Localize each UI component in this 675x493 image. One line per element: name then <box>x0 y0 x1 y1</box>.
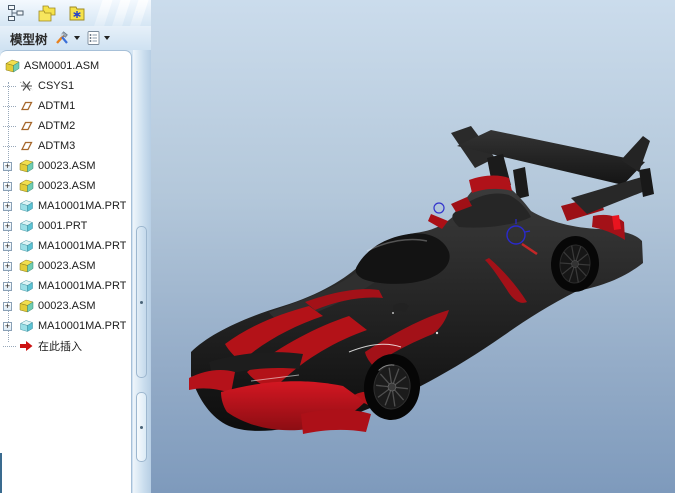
tree-item[interactable]: + 0001.PRT <box>0 216 131 236</box>
tree-item-label: 00023.ASM <box>38 260 95 272</box>
window-edge <box>0 453 2 493</box>
chevron-down-icon <box>74 36 80 40</box>
part-icon <box>18 199 34 213</box>
folder-browser-button[interactable] <box>36 3 58 23</box>
tools-icon <box>54 30 71 46</box>
datum-plane-icon <box>18 119 34 133</box>
tree-connector <box>3 145 16 147</box>
tree-item[interactable]: ASM0001.ASM <box>0 56 131 76</box>
navigator-toolbar <box>0 0 151 26</box>
tree-connector <box>3 125 16 127</box>
tree-item-label: ASM0001.ASM <box>24 60 99 72</box>
tree-item[interactable]: + 00023.ASM <box>0 176 131 196</box>
expand-toggle[interactable]: + <box>3 162 12 171</box>
tree-item-label: 00023.ASM <box>38 180 95 192</box>
csys-icon <box>18 79 34 93</box>
tree-item-label: CSYS1 <box>38 80 74 92</box>
tree-tools-button[interactable] <box>54 30 80 46</box>
assembly-icon <box>18 259 34 273</box>
navigator-pane: 模型树 ASM0001.ASM CSYS1 <box>0 0 151 493</box>
tree-item-label: 在此插入 <box>38 338 82 354</box>
expand-toggle[interactable]: + <box>3 282 12 291</box>
panel-title: 模型树 <box>10 29 48 48</box>
model-tree-toggle-button[interactable] <box>4 3 26 23</box>
tree-item[interactable]: 在此插入 <box>0 336 131 356</box>
assembly-icon <box>18 159 34 173</box>
tree-item[interactable]: + 00023.ASM <box>0 296 131 316</box>
tree-item-label: ADTM3 <box>38 140 75 152</box>
expand-toggle[interactable]: + <box>3 182 12 191</box>
folders-icon <box>36 4 58 23</box>
tree-connector <box>3 345 16 347</box>
expand-toggle[interactable]: + <box>3 322 12 331</box>
tree-item[interactable]: ADTM2 <box>0 116 131 136</box>
tree-item-label: MA10001MA.PRT <box>38 280 126 292</box>
tree-item-label: MA10001MA.PRT <box>38 240 126 252</box>
car-model <box>189 126 654 434</box>
tree-item[interactable]: + MA10001MA.PRT <box>0 196 131 216</box>
tree-settings-button[interactable] <box>86 30 110 46</box>
datum-plane-icon <box>18 99 34 113</box>
sash-grip-upper[interactable] <box>136 226 147 378</box>
hierarchy-icon <box>6 4 24 22</box>
tree-item-label: ADTM1 <box>38 100 75 112</box>
assembly-icon <box>18 299 34 313</box>
part-icon <box>18 239 34 253</box>
3d-model-race-car <box>151 0 675 493</box>
part-icon <box>18 319 34 333</box>
tree-item[interactable]: + 00023.ASM <box>0 256 131 276</box>
tree-item[interactable]: CSYS1 <box>0 76 131 96</box>
tree-item[interactable]: ADTM1 <box>0 96 131 116</box>
expand-toggle[interactable]: + <box>3 222 12 231</box>
tree-item[interactable]: ADTM3 <box>0 136 131 156</box>
favorites-button[interactable] <box>66 3 88 23</box>
expand-toggle[interactable]: + <box>3 202 12 211</box>
tree-item[interactable]: + MA10001MA.PRT <box>0 276 131 296</box>
chevron-down-icon <box>104 36 110 40</box>
tree-item[interactable]: + MA10001MA.PRT <box>0 316 131 336</box>
model-tree-panel: ASM0001.ASM CSYS1 ADTM1 ADTM2 ADTM3 + 000… <box>0 50 132 493</box>
model-tree-header: 模型树 <box>0 26 151 50</box>
tree-item-label: 00023.ASM <box>38 300 95 312</box>
expand-toggle[interactable]: + <box>3 262 12 271</box>
tree-connector <box>3 85 16 87</box>
sash-grip-lower[interactable] <box>136 392 147 462</box>
part-icon <box>18 219 34 233</box>
graphics-viewport[interactable] <box>151 0 675 493</box>
tree-item-label: MA10001MA.PRT <box>38 200 126 212</box>
insert-here-icon <box>18 339 34 353</box>
part-icon <box>18 279 34 293</box>
list-settings-icon <box>86 30 101 46</box>
tree-item-label: 00023.ASM <box>38 160 95 172</box>
assembly-icon <box>4 59 20 73</box>
expand-toggle[interactable]: + <box>3 302 12 311</box>
splitter-sash[interactable] <box>133 50 151 493</box>
tree-item-label: ADTM2 <box>38 120 75 132</box>
folder-star-icon <box>67 4 87 23</box>
assembly-icon <box>18 179 34 193</box>
tree-item-label: 0001.PRT <box>38 220 87 232</box>
tree-connector <box>3 105 16 107</box>
tree-item[interactable]: + 00023.ASM <box>0 156 131 176</box>
tree-item[interactable]: + MA10001MA.PRT <box>0 236 131 256</box>
datum-plane-icon <box>18 139 34 153</box>
tree-item-label: MA10001MA.PRT <box>38 320 126 332</box>
expand-toggle[interactable]: + <box>3 242 12 251</box>
model-tree: ASM0001.ASM CSYS1 ADTM1 ADTM2 ADTM3 + 000… <box>0 56 131 356</box>
